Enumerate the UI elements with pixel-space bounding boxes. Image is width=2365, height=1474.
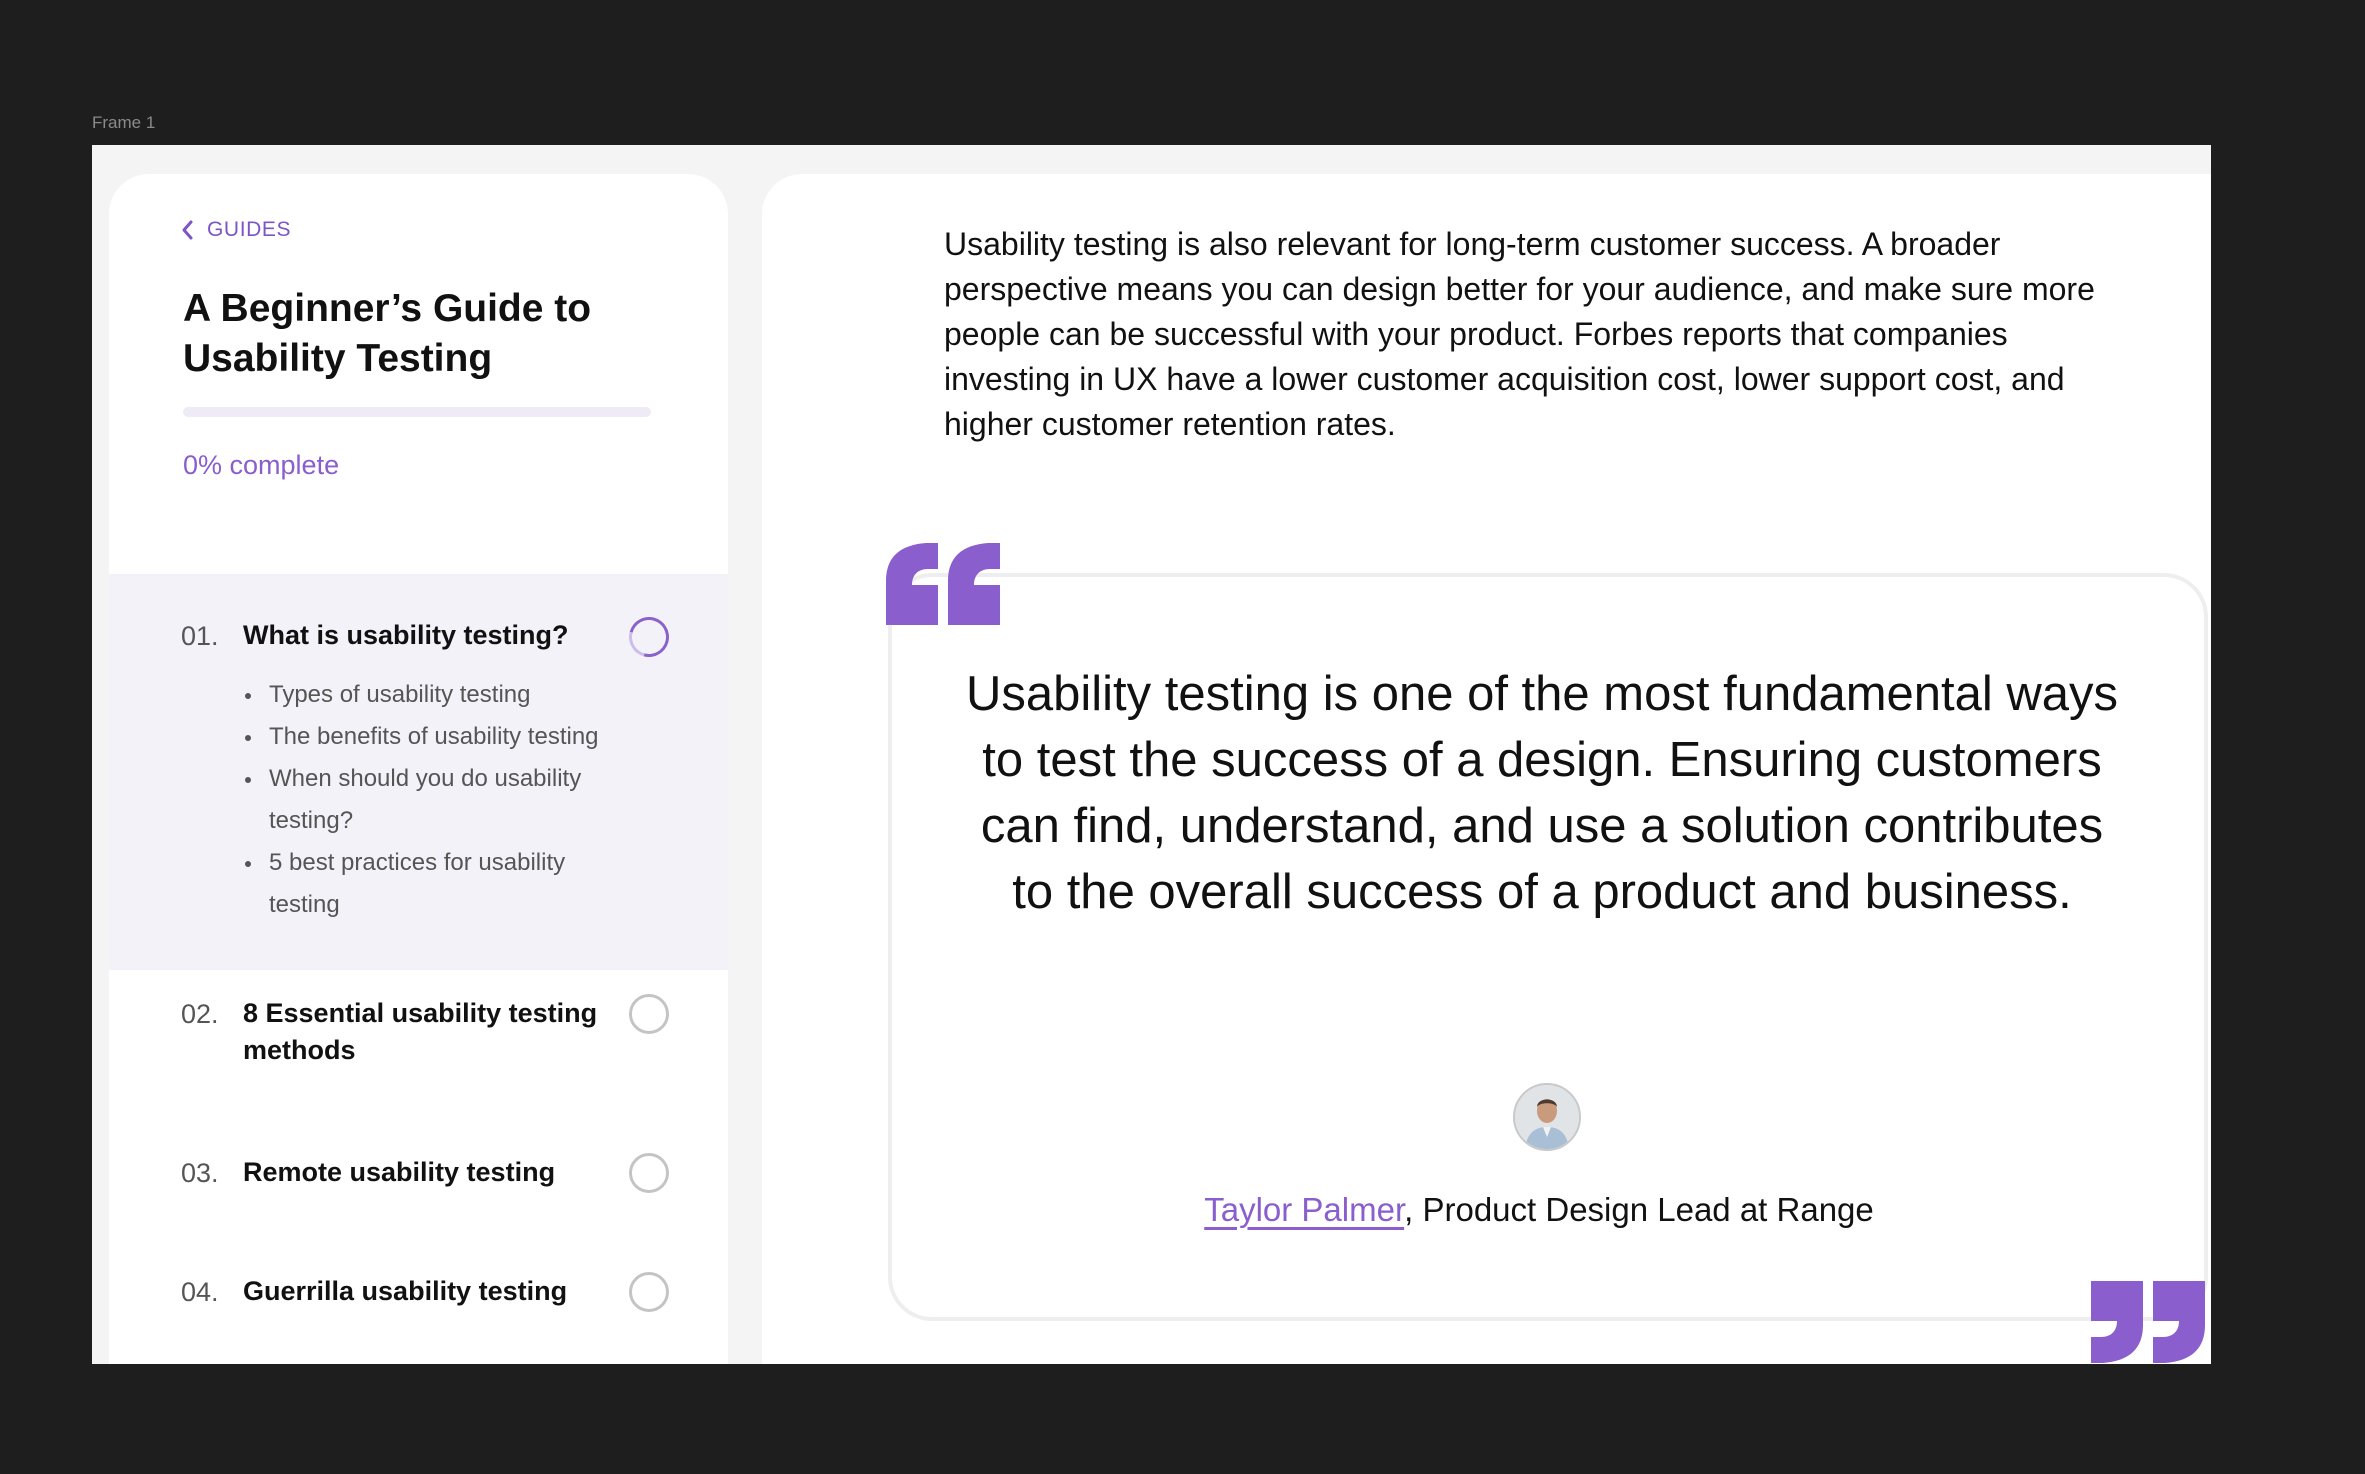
- section-title: What is usability testing?: [243, 620, 569, 650]
- frame: GUIDES A Beginner’s Guide to Usability T…: [92, 145, 2211, 1364]
- section-title: Guerrilla usability testing: [243, 1276, 568, 1306]
- section-number: 03.: [181, 1158, 219, 1188]
- toc-section-1[interactable]: 01. What is usability testing? Types of …: [109, 574, 728, 970]
- chevron-left-icon: [182, 220, 193, 240]
- frame-label: Frame 1: [92, 113, 156, 132]
- author-avatar: [1513, 1083, 1581, 1151]
- subitem-link[interactable]: 5 best practices for usability testing: [243, 842, 629, 926]
- progress-label: 0% complete: [183, 450, 340, 480]
- section-progress-circle-icon: [629, 994, 669, 1034]
- back-to-guides-link[interactable]: GUIDES: [181, 218, 291, 242]
- sidebar: GUIDES A Beginner’s Guide to Usability T…: [109, 174, 728, 1364]
- section-progress-circle-icon: [621, 609, 677, 665]
- section-number: 01.: [181, 621, 219, 651]
- author-name-link[interactable]: Taylor Palmer: [1204, 1191, 1404, 1228]
- toc-section-4[interactable]: 04. Guerrilla usability testing: [109, 1240, 728, 1360]
- section-number: 04.: [181, 1277, 219, 1307]
- section-progress-circle-icon: [629, 1153, 669, 1193]
- subitem-link[interactable]: When should you do usability testing?: [243, 758, 629, 842]
- section-number: 02.: [181, 999, 219, 1029]
- section-progress-circle-icon: [629, 1272, 669, 1312]
- progress-bar: [183, 407, 651, 417]
- subitem-link[interactable]: The benefits of usability testing: [243, 716, 669, 758]
- section-subitems: Types of usability testing The benefits …: [243, 674, 669, 926]
- author-role: , Product Design Lead at Range: [1404, 1191, 1874, 1228]
- person-avatar-icon: [1515, 1085, 1579, 1149]
- back-label: GUIDES: [207, 218, 292, 241]
- close-quote-icon: [2091, 1281, 2205, 1363]
- section-title: Remote usability testing: [243, 1157, 556, 1187]
- toc-section-2[interactable]: 02. 8 Essential usability testing method…: [109, 970, 728, 1120]
- quote-text: Usability testing is one of the most fun…: [965, 667, 2119, 919]
- quote-attribution: Taylor Palmer, Product Design Lead at Ra…: [944, 1191, 2134, 1229]
- guide-title: A Beginner’s Guide to Usability Testing: [183, 287, 592, 380]
- open-quote-icon: [886, 543, 1000, 625]
- toc-section-3[interactable]: 03. Remote usability testing: [109, 1120, 728, 1240]
- subitem-link[interactable]: Types of usability testing: [243, 674, 669, 716]
- article-content: Usability testing is also relevant for l…: [762, 174, 2211, 1364]
- article-paragraph: Usability testing is also relevant for l…: [944, 226, 2095, 442]
- section-title: 8 Essential usability testing methods: [243, 998, 598, 1065]
